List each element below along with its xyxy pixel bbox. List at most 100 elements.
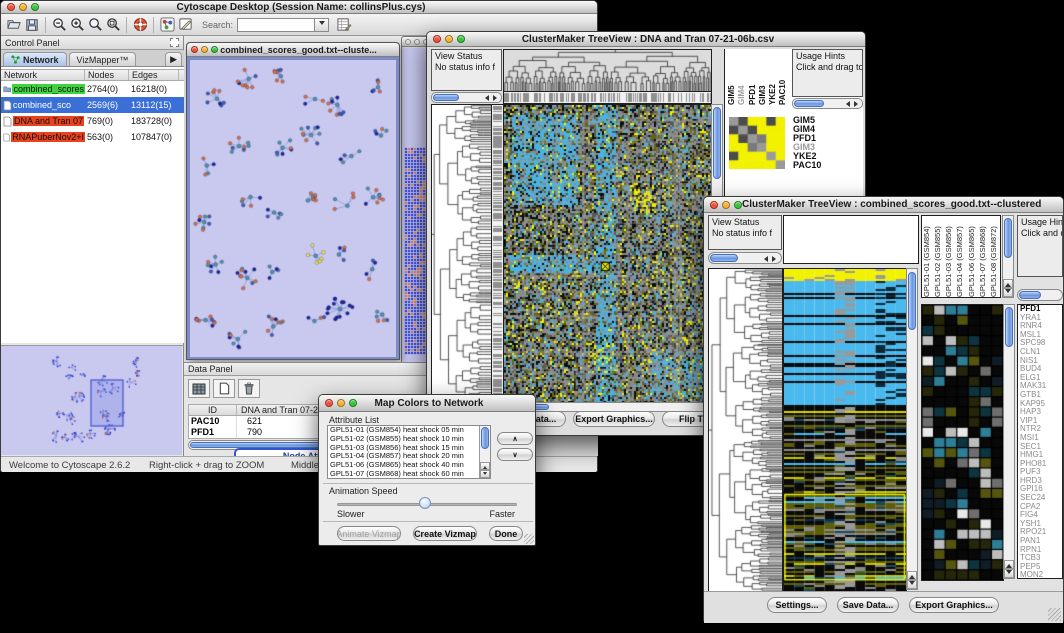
list-item[interactable]: GPL51-01 (GSM854) <box>922 216 933 297</box>
network-row[interactable]: RNAPuberNov2+I 563(0) 107847(0) <box>1 129 184 145</box>
network-row-selected[interactable]: combined_sco 2569(6) 13112(15) <box>1 97 184 113</box>
column-dendrogram-pane[interactable] <box>783 215 919 264</box>
close-button[interactable] <box>191 46 198 53</box>
close-button[interactable] <box>325 399 333 407</box>
create-vizmap-button[interactable]: Create Vizmap <box>413 526 477 541</box>
zoomed-heatmap[interactable] <box>729 117 785 169</box>
view-status-hscrollbar[interactable] <box>708 252 782 264</box>
main-title-bar[interactable]: Cytoscape Desktop (Session Name: collins… <box>1 1 597 14</box>
list-item[interactable]: GIM3 <box>758 49 768 105</box>
treeview-title-bar[interactable]: ClusterMaker TreeView : combined_scores_… <box>704 197 1063 213</box>
usage-hints-hscrollbar[interactable] <box>792 98 863 109</box>
network-row[interactable]: DNA and Tran 07 769(0) 183728(0) <box>1 113 184 129</box>
network-row[interactable]: combined_scores 2764(0) 16218(0) <box>1 81 184 97</box>
column-summary-strip[interactable] <box>503 91 712 104</box>
close-button[interactable] <box>433 35 441 43</box>
zoom-button[interactable] <box>457 35 465 43</box>
desktop: Cytoscape Desktop (Session Name: collins… <box>0 0 1064 633</box>
network-window-title-bar[interactable]: combined_scores_good.txt--cluste... <box>187 43 399 57</box>
column-network[interactable]: Network <box>1 70 85 80</box>
list-item[interactable]: GIM5 <box>727 49 737 105</box>
move-up-button[interactable]: ∧ <box>497 432 533 445</box>
column-id[interactable]: ID <box>189 405 237 415</box>
search-input[interactable] <box>237 18 315 32</box>
close-button[interactable] <box>710 201 718 209</box>
birdseye-overview[interactable] <box>1 345 184 456</box>
list-item[interactable]: PFD1 <box>748 49 758 105</box>
gene-dendrogram[interactable] <box>708 268 783 592</box>
zoom-button[interactable] <box>349 399 357 407</box>
save-icon[interactable] <box>23 16 41 34</box>
help-lifering-icon[interactable] <box>131 16 149 34</box>
treeview-title-bar[interactable]: ClusterMaker TreeView : DNA and Tran 07-… <box>427 32 865 47</box>
attribute-list-vscrollbar[interactable] <box>479 426 490 478</box>
list-item[interactable]: GPL51-07 (GSM868) <box>978 216 989 297</box>
settings-button[interactable]: Settings... <box>767 597 827 613</box>
list-item[interactable]: PAC10 <box>778 49 788 105</box>
view-status-hscrollbar[interactable] <box>431 92 502 103</box>
minimize-button[interactable] <box>722 201 730 209</box>
list-item[interactable]: PAC10 <box>793 161 833 170</box>
network-view-canvas[interactable] <box>190 60 396 357</box>
export-graphics-button[interactable]: Export Graphics... <box>573 411 655 427</box>
column-dendrogram[interactable] <box>503 49 712 92</box>
minimize-button[interactable] <box>337 399 345 407</box>
file-icon <box>3 100 12 111</box>
attribute-browser-icon[interactable] <box>335 16 353 34</box>
zoom-button[interactable] <box>734 201 742 209</box>
list-item[interactable]: MON2 <box>1018 571 1062 579</box>
close-button[interactable] <box>405 39 411 45</box>
open-file-icon[interactable] <box>5 16 23 34</box>
dialog-title-bar[interactable]: Map Colors to Network <box>319 395 535 412</box>
list-item[interactable]: GPL51-04 (GSM857) <box>955 216 966 297</box>
list-item[interactable]: GIM4 <box>737 49 747 105</box>
resize-grip[interactable] <box>524 534 534 544</box>
tab-vizmapper[interactable]: VizMapper™ <box>69 52 137 66</box>
list-item[interactable]: GPL51-03 (GSM856) <box>944 216 955 297</box>
float-panel-icon[interactable] <box>170 38 179 47</box>
select-attributes-icon[interactable] <box>188 379 210 398</box>
done-button[interactable]: Done <box>489 526 523 541</box>
resize-grip[interactable] <box>1048 608 1061 621</box>
global-heatmap-vscrollbar[interactable] <box>906 268 918 590</box>
close-button[interactable] <box>7 3 15 11</box>
minimize-button[interactable] <box>414 39 420 45</box>
slider-thumb[interactable] <box>419 497 431 509</box>
minimize-button[interactable] <box>201 46 208 53</box>
global-heatmap[interactable] <box>783 268 907 592</box>
save-data-button[interactable]: Save Data... <box>837 597 899 613</box>
list-item[interactable]: YKE2 <box>768 49 778 105</box>
column-labels-vscrollbar[interactable] <box>1002 215 1014 298</box>
delete-attribute-trash-icon[interactable] <box>238 379 260 398</box>
search-dropdown-button[interactable] <box>315 18 329 32</box>
move-down-button[interactable]: ∨ <box>497 448 533 461</box>
zoom-in-icon[interactable] <box>68 16 86 34</box>
zoomed-heatmap[interactable] <box>921 304 1004 581</box>
minimize-button[interactable] <box>445 35 453 43</box>
zoom-button[interactable] <box>211 46 218 53</box>
export-graphics-button[interactable]: Export Graphics... <box>909 597 999 613</box>
list-item[interactable]: GPL51-06 (GSM865) <box>967 216 978 297</box>
similarity-heatmap[interactable] <box>503 104 712 403</box>
list-item[interactable]: GPL51-07 (GSM868) heat shock 60 min <box>328 470 490 479</box>
status-hint-zoom: Right-click + drag to ZOOM <box>149 460 264 471</box>
overview-canvas[interactable] <box>1 346 182 455</box>
vizmapper-icon[interactable] <box>158 16 176 34</box>
zoom-fit-icon[interactable] <box>86 16 104 34</box>
minimize-button[interactable] <box>19 3 27 11</box>
tab-network[interactable]: Network <box>3 52 67 66</box>
attribute-listbox: GPL51-01 (GSM854) heat shock 05 minGPL51… <box>327 425 491 479</box>
list-item[interactable]: GPL51-02 (GSM855) <box>933 216 944 297</box>
usage-hints-hscrollbar[interactable] <box>1017 289 1063 301</box>
column-nodes[interactable]: Nodes <box>85 70 129 80</box>
tab-overflow-button[interactable]: ▶ <box>165 52 182 66</box>
annotation-icon[interactable] <box>176 16 194 34</box>
list-item[interactable]: GPL51-08 (GSM872) <box>989 216 1000 297</box>
zoom-selected-icon[interactable] <box>104 16 122 34</box>
gene-dendrogram[interactable] <box>431 104 492 403</box>
zoom-button[interactable] <box>31 3 39 11</box>
zoomed-heatmap-vscrollbar[interactable] <box>1003 304 1015 579</box>
zoom-out-icon[interactable] <box>50 16 68 34</box>
column-edges[interactable]: Edges <box>129 70 179 80</box>
new-attribute-icon[interactable] <box>213 379 235 398</box>
